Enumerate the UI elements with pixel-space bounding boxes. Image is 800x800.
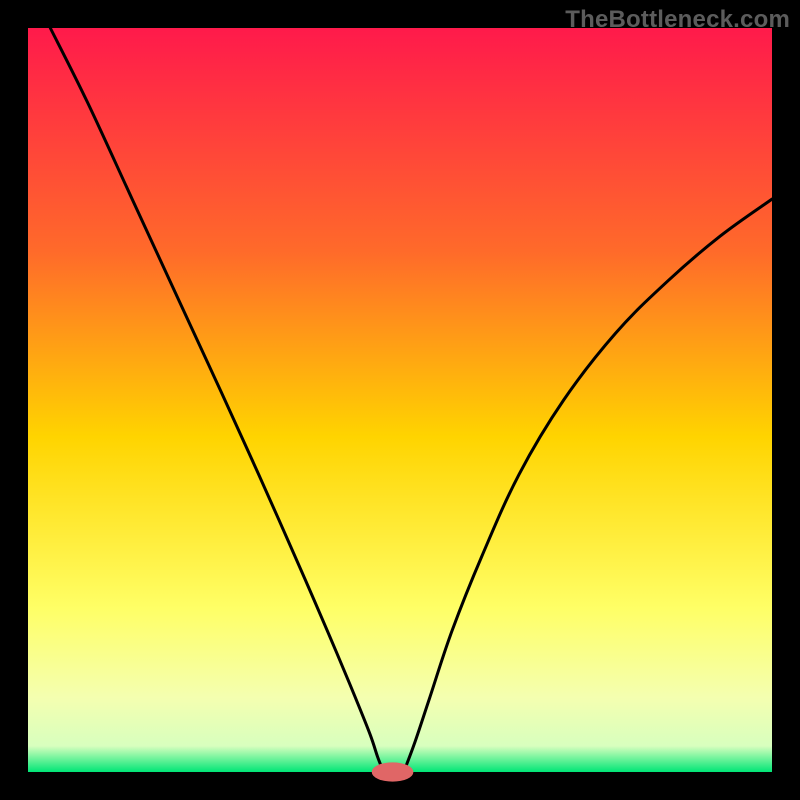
minimum-marker — [372, 762, 414, 781]
watermark-text: TheBottleneck.com — [565, 6, 790, 34]
chart-frame: TheBottleneck.com — [0, 0, 800, 800]
chart-svg — [0, 0, 800, 800]
plot-background — [28, 28, 772, 772]
